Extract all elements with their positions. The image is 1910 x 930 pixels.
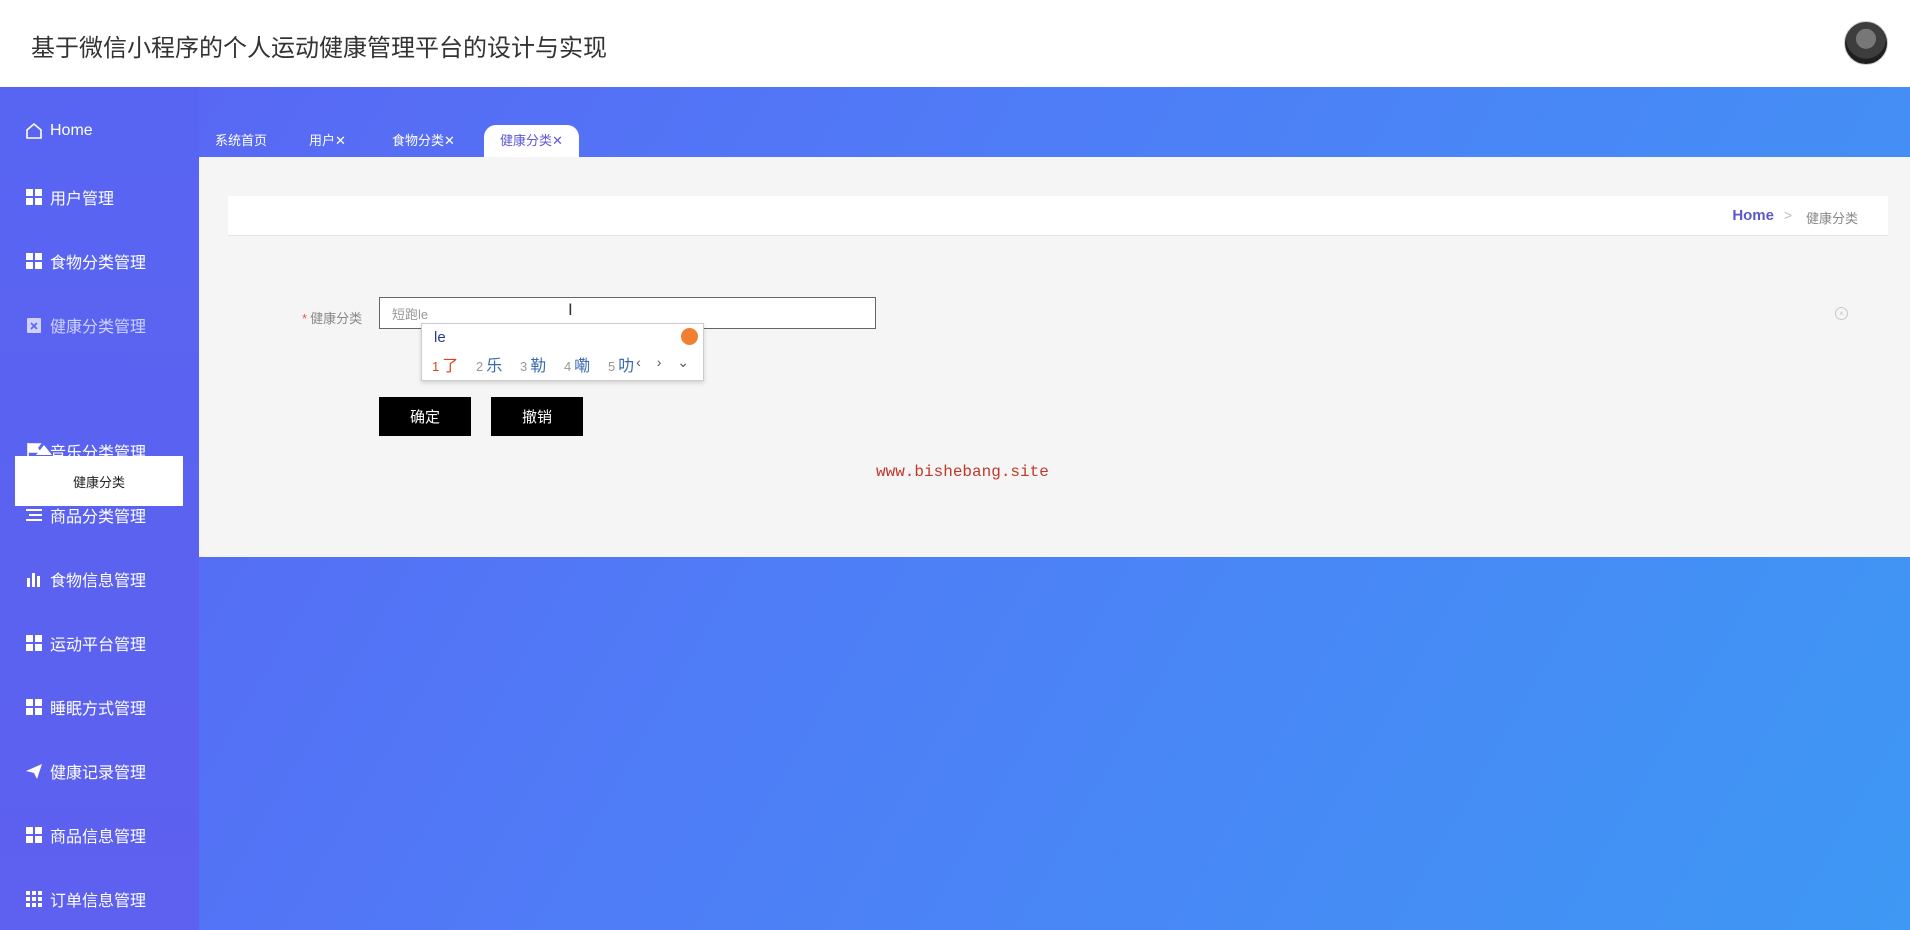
- sidebar-item-label: 音乐分类管理: [50, 445, 147, 462]
- user-avatar[interactable]: [1844, 21, 1888, 65]
- ime-candidate[interactable]: 1了: [432, 352, 458, 376]
- sidebar-item-label: 睡眠方式管理: [50, 701, 147, 718]
- ime-candidate[interactable]: 5叻: [608, 352, 634, 376]
- sidebar-item-music-category[interactable]: 音乐分类管理: [24, 439, 146, 463]
- submenu-item-health-category[interactable]: 健康分类: [15, 456, 183, 506]
- sidebar-item-label: 健康分类管理: [50, 319, 147, 336]
- ime-logo-icon: [681, 328, 698, 345]
- sidebar-item-label: 食物信息管理: [50, 573, 147, 590]
- text-cursor-icon: I: [568, 300, 573, 319]
- sidebar-item-label: 订单信息管理: [50, 893, 147, 910]
- breadcrumb-home-link[interactable]: Home: [1732, 207, 1774, 224]
- home-icon: [24, 121, 44, 141]
- close-icon[interactable]: ✕: [335, 133, 346, 148]
- ime-page-nav[interactable]: ‹ › ⌄: [636, 354, 695, 371]
- health-category-label: * 健康分类: [302, 308, 362, 327]
- main-content: Home > 健康分类 *健康分类 I × le 1了 2乐 3勒 4嘞 5叻 …: [199, 157, 1910, 557]
- tab-label: 健康分类: [500, 133, 553, 148]
- sidebar-item-food-info[interactable]: 食物信息管理: [24, 567, 146, 591]
- breadcrumb-current: 健康分类: [1805, 211, 1858, 226]
- grid-icon: [24, 633, 44, 653]
- sidebar-home-label: Home: [50, 122, 93, 139]
- ime-candidate[interactable]: 2乐: [476, 352, 502, 376]
- tab-health-category[interactable]: 健康分类✕: [484, 125, 579, 157]
- sidebar-item-label: 商品分类管理: [50, 509, 147, 526]
- ime-candidate[interactable]: 3勒: [520, 352, 546, 376]
- close-icon[interactable]: ✕: [444, 133, 455, 148]
- watermark: www.bishebang.site: [876, 463, 1049, 481]
- field-label-text: 健康分类: [310, 311, 363, 326]
- tab-label: 用户: [309, 133, 336, 148]
- flag-icon: [24, 441, 44, 461]
- grid-icon: [24, 251, 44, 271]
- grid-icon: [24, 187, 44, 207]
- sidebar-item-goods-info[interactable]: 商品信息管理: [24, 823, 146, 847]
- clipboard-icon: [24, 315, 44, 335]
- ime-composition: le: [434, 329, 446, 346]
- close-icon[interactable]: ✕: [552, 133, 563, 148]
- sidebar-item-sport-platform[interactable]: 运动平台管理: [24, 631, 146, 655]
- sidebar-item-label: 健康记录管理: [50, 765, 147, 782]
- ime-candidate[interactable]: 4嘞: [564, 352, 590, 376]
- sidebar-item-food-category[interactable]: 食物分类管理: [24, 249, 146, 273]
- ime-candidate-popup: le 1了 2乐 3勒 4嘞 5叻 ‹ › ⌄: [421, 323, 704, 381]
- app-title: 基于微信小程序的个人运动健康管理平台的设计与实现: [31, 35, 607, 62]
- paper-plane-icon: [24, 761, 44, 781]
- sidebar-item-label: 商品信息管理: [50, 829, 147, 846]
- tab-system-home[interactable]: 系统首页: [199, 125, 283, 157]
- sidebar-home[interactable]: Home: [24, 119, 93, 143]
- sidebar-item-label: 运动平台管理: [50, 637, 147, 654]
- clear-icon[interactable]: ×: [1835, 307, 1848, 320]
- sidebar-item-order-info[interactable]: 订单信息管理: [24, 887, 146, 911]
- sidebar-item-health-record[interactable]: 健康记录管理: [24, 759, 146, 783]
- sidebar-item-health-category[interactable]: 健康分类管理: [24, 313, 146, 337]
- tab-label: 食物分类: [392, 133, 445, 148]
- breadcrumb-separator: >: [1783, 207, 1792, 223]
- sidebar-item-label: 用户管理: [50, 191, 115, 208]
- grid9-icon: [24, 889, 44, 909]
- cancel-button[interactable]: 撤销: [491, 397, 583, 436]
- breadcrumb: Home > 健康分类: [228, 196, 1888, 236]
- top-header: 基于微信小程序的个人运动健康管理平台的设计与实现: [0, 0, 1910, 87]
- confirm-button[interactable]: 确定: [379, 397, 471, 436]
- required-mark: *: [302, 311, 308, 326]
- tab-user[interactable]: 用户✕: [293, 125, 362, 157]
- grid-icon: [24, 825, 44, 845]
- sidebar-item-goods-category[interactable]: 商品分类管理: [24, 503, 146, 527]
- grid-icon: [24, 697, 44, 717]
- sidebar-item-sleep-mode[interactable]: 睡眠方式管理: [24, 695, 146, 719]
- list-icon: [24, 505, 44, 525]
- sidebar: Home 用户管理 食物分类管理 健康分类管理 健康分类 音乐分类管理 商品分类…: [0, 87, 199, 930]
- sidebar-item-label: 食物分类管理: [50, 255, 147, 272]
- sidebar-item-user-management[interactable]: 用户管理: [24, 185, 114, 209]
- bar-chart-icon: [24, 569, 44, 589]
- tab-label: 系统首页: [215, 133, 268, 148]
- tab-food-category[interactable]: 食物分类✕: [376, 125, 471, 157]
